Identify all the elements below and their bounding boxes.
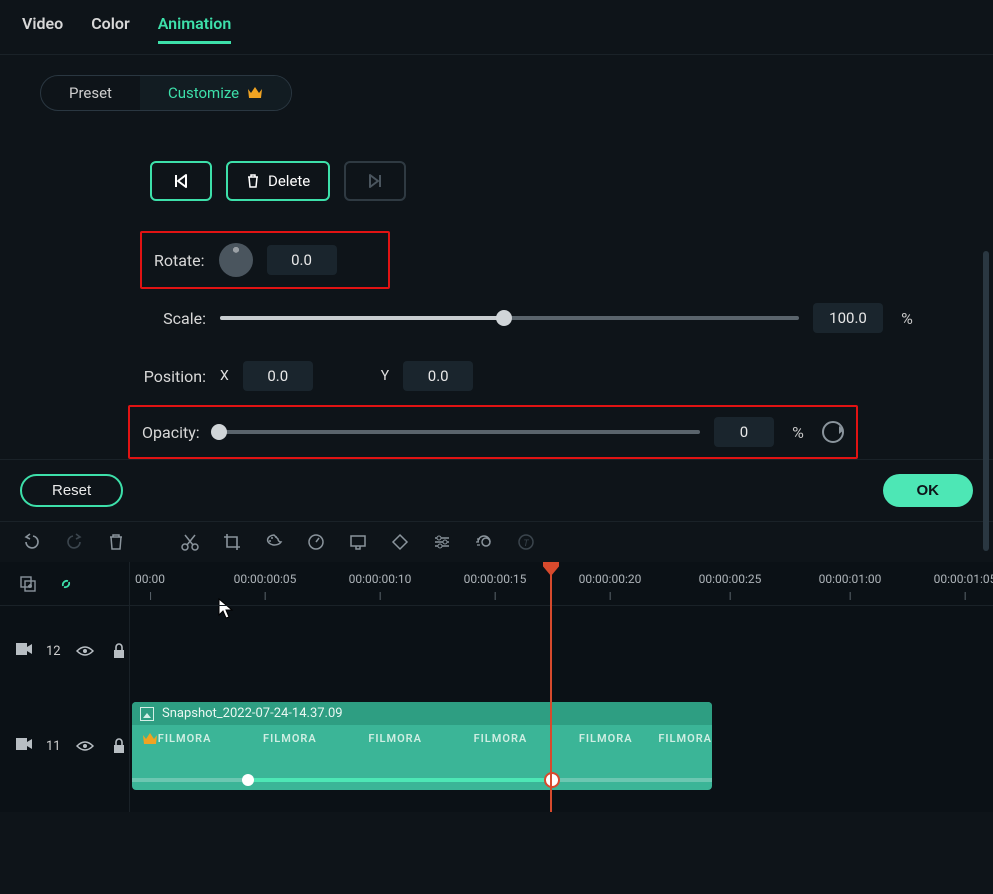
crown-icon	[247, 86, 263, 100]
clip-name: Snapshot_2022-07-24-14.37.09	[162, 706, 343, 721]
scale-slider[interactable]	[220, 316, 799, 320]
timeline-clip[interactable]: Snapshot_2022-07-24-14.37.09 FILMORA FIL…	[132, 702, 712, 790]
speed-button[interactable]	[306, 532, 326, 552]
track-head-12: 12	[0, 606, 129, 696]
motion-button[interactable]	[474, 532, 494, 552]
keyframe-dot-selected[interactable]	[544, 772, 560, 788]
pos-x-label: X	[220, 368, 229, 384]
rotate-row: Rotate: 0.0	[140, 231, 390, 289]
delete-label: Delete	[268, 172, 310, 190]
keyframe-nav: Delete	[150, 161, 973, 201]
subtab-preset[interactable]: Preset	[41, 76, 140, 110]
rotate-input[interactable]: 0.0	[267, 245, 337, 275]
prev-keyframe-button[interactable]	[150, 161, 212, 201]
opacity-row: Opacity: 0 %	[128, 405, 858, 459]
trash-icon	[246, 173, 260, 189]
ruler-mark: 00:00:01:00	[819, 572, 882, 586]
track-head-11: 11	[0, 696, 129, 796]
subtab-customize-label: Customize	[168, 84, 239, 102]
clip-keyframe-active	[248, 778, 552, 782]
scale-label: Scale:	[146, 309, 206, 328]
animation-panel: Delete Rotate: 0.0 Scale: 100.0 % Positi…	[0, 121, 993, 459]
top-tabs: Video Color Animation	[0, 0, 993, 55]
image-icon	[140, 707, 154, 721]
subtab-customize[interactable]: Customize	[140, 76, 291, 110]
ok-button[interactable]: OK	[883, 474, 974, 507]
next-keyframe-button	[344, 161, 406, 201]
opacity-unit: %	[788, 423, 808, 442]
track11-visibility-button[interactable]	[75, 736, 95, 756]
svg-text:T: T	[523, 539, 529, 549]
opacity-slider[interactable]	[214, 430, 700, 434]
timeline: 12 11 00:00 00:00:00:05 00:00:00:10 00:0…	[0, 562, 993, 812]
panel-scrollbar[interactable]	[983, 251, 989, 551]
undo-button[interactable]	[22, 532, 42, 552]
subtab-toggle: Preset Customize	[40, 75, 292, 111]
timeline-left-gutter: 12 11	[0, 562, 130, 812]
footer-bar: Reset OK	[0, 459, 993, 521]
delete-button[interactable]	[106, 532, 126, 552]
text-button: T	[516, 532, 536, 552]
opacity-reset-button[interactable]	[822, 421, 844, 443]
greenscreen-button[interactable]	[348, 532, 368, 552]
scale-row: Scale: 100.0 %	[130, 289, 933, 347]
position-label: Position:	[128, 367, 206, 386]
video-track-icon	[16, 738, 32, 754]
reset-button[interactable]: Reset	[20, 474, 123, 507]
scale-unit: %	[897, 309, 917, 328]
rotate-knob[interactable]	[219, 243, 253, 277]
ruler-mark: 00:00:00:15	[464, 572, 527, 586]
position-row: Position: X 0.0 Y 0.0	[112, 347, 933, 405]
track12-visibility-button[interactable]	[75, 641, 95, 661]
tab-color[interactable]: Color	[91, 14, 129, 44]
opacity-input[interactable]: 0	[714, 417, 774, 447]
track12-label: 12	[46, 644, 61, 659]
track11-label: 11	[46, 739, 61, 754]
delete-keyframe-button[interactable]: Delete	[226, 161, 330, 201]
playhead[interactable]	[550, 562, 552, 812]
add-track-button[interactable]	[18, 574, 38, 594]
ruler-mark: 00:00:00:10	[349, 572, 412, 586]
subtab-wrap: Preset Customize	[0, 55, 993, 121]
redo-button	[64, 532, 84, 552]
ruler-mark: 00:00:01:05	[934, 572, 993, 586]
color-button[interactable]	[264, 532, 284, 552]
tab-animation[interactable]: Animation	[158, 14, 232, 44]
track-lane-11[interactable]: Snapshot_2022-07-24-14.37.09 FILMORA FIL…	[130, 696, 993, 796]
ruler-mark: 00:00:00:05	[234, 572, 297, 586]
link-button[interactable]	[56, 574, 76, 594]
mask-button[interactable]	[390, 532, 410, 552]
timeline-ruler[interactable]: 00:00 00:00:00:05 00:00:00:10 00:00:00:1…	[130, 562, 993, 606]
track12-lock-button[interactable]	[109, 641, 129, 661]
pos-x-input[interactable]: 0.0	[243, 361, 313, 391]
opacity-slider-thumb[interactable]	[211, 424, 227, 440]
pos-y-label: Y	[381, 368, 389, 384]
scale-input[interactable]: 100.0	[813, 303, 883, 333]
rotate-label: Rotate:	[154, 251, 205, 270]
split-button[interactable]	[180, 532, 200, 552]
pos-y-input[interactable]: 0.0	[403, 361, 473, 391]
adjust-button[interactable]	[432, 532, 452, 552]
ruler-mark: 00:00:00:20	[579, 572, 642, 586]
timeline-tracks[interactable]: 00:00 00:00:00:05 00:00:00:10 00:00:00:1…	[130, 562, 993, 812]
keyframe-dot[interactable]	[242, 774, 254, 786]
ruler-mark: 00:00	[135, 572, 165, 586]
tab-video[interactable]: Video	[22, 14, 63, 44]
track11-lock-button[interactable]	[109, 736, 129, 756]
timeline-toolbar: T	[0, 521, 993, 562]
scale-slider-thumb[interactable]	[496, 310, 512, 326]
track-lane-12[interactable]	[130, 606, 993, 696]
clip-watermark: FILMORA FILMORA FILMORA FILMORA FILMORA …	[132, 732, 712, 745]
ruler-mark: 00:00:00:25	[699, 572, 762, 586]
crop-button[interactable]	[222, 532, 242, 552]
opacity-label: Opacity:	[142, 423, 200, 442]
video-track-icon	[16, 643, 32, 659]
